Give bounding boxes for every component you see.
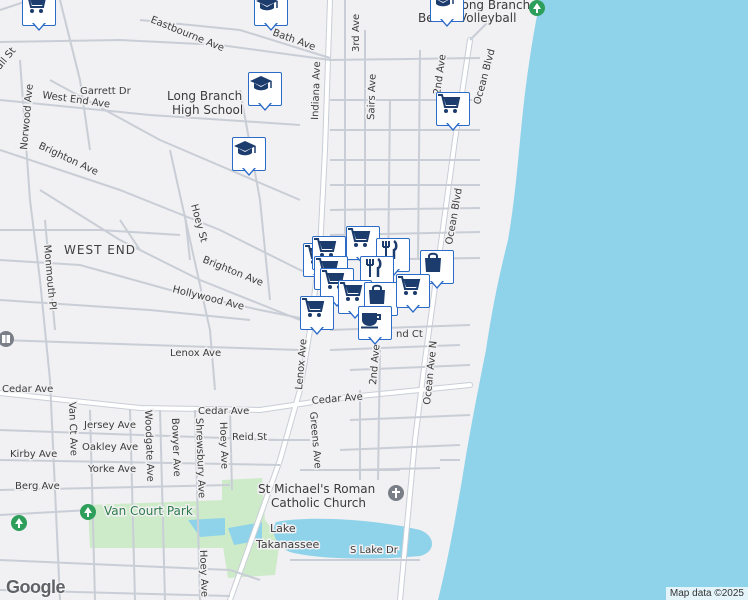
- road-label-lenox: Lenox Ave: [170, 348, 221, 359]
- road-label-van-ct: Van Ct Ave: [66, 402, 79, 456]
- cart-icon: [436, 92, 470, 126]
- label-st-michaels-1: St Michael's Roman: [258, 482, 375, 496]
- road-label-3rd: 3rd Ave: [351, 14, 362, 52]
- shopping-cart-marker[interactable]: [22, 0, 56, 32]
- park-tree-icon: [529, 0, 545, 16]
- shopping-cart-marker[interactable]: [396, 274, 430, 314]
- cup-icon: [358, 306, 392, 340]
- road-label-reid: Reid St: [232, 432, 267, 443]
- road-label-kirby: Kirby Ave: [10, 449, 57, 460]
- road-label-hoey-ave: Hoey Ave: [217, 422, 230, 470]
- label-long-branch: Long Branch: [167, 89, 242, 103]
- label-st-michaels-2: Catholic Church: [271, 496, 366, 510]
- road-label-cedar-left: Cedar Ave: [2, 384, 53, 395]
- label-takanassee: Takanassee: [255, 538, 319, 551]
- label-high-school: High School: [172, 103, 243, 117]
- road-label-jersey: Jersey Ave: [83, 420, 136, 431]
- road-label-cedar-mid: Cedar Ave: [198, 406, 249, 417]
- school-marker[interactable]: [254, 0, 288, 32]
- school-marker[interactable]: [232, 137, 266, 177]
- road-label-s-lake: S Lake Dr: [350, 545, 399, 556]
- cart-icon: [396, 274, 430, 308]
- road-label-indiana: Indiana Ave: [310, 61, 323, 120]
- google-logo[interactable]: Google: [6, 577, 66, 598]
- school-icon: [232, 137, 266, 171]
- cart-icon: [346, 226, 380, 260]
- shopping-cart-marker[interactable]: [300, 296, 334, 336]
- school-icon: [248, 72, 282, 106]
- cart-icon: [300, 296, 334, 330]
- park-tree-icon: [80, 504, 96, 520]
- label-west-end: WEST END: [64, 243, 136, 257]
- shopping-cart-marker[interactable]: [436, 92, 470, 132]
- label-lake: Lake: [270, 522, 296, 535]
- map-attribution[interactable]: Map data ©2025: [665, 587, 748, 600]
- road-label-bowyer: Bowyer Ave: [169, 418, 182, 477]
- park-tree-icon: [11, 515, 27, 531]
- road-label-nd-ct: nd Ct: [396, 329, 423, 340]
- church-cross-icon: [388, 485, 404, 501]
- cafe-marker[interactable]: [358, 306, 392, 346]
- road-label-berg: Berg Ave: [15, 481, 60, 492]
- road-label-yorke: Yorke Ave: [87, 464, 136, 475]
- school-marker[interactable]: [248, 72, 282, 112]
- label-van-court-park: Van Court Park: [104, 504, 193, 518]
- road-label-sairs: Sairs Ave: [366, 74, 379, 120]
- road-label-oakley: Oakley Ave: [82, 442, 138, 453]
- school-marker[interactable]: [430, 0, 464, 28]
- road-label-garrett: Garrett Dr: [80, 86, 132, 97]
- road-label-hoey-ave-2: Hoey Ave: [197, 550, 210, 598]
- map-view[interactable]: Eastbourne Ave Bath Ave Garrett Dr West …: [0, 0, 748, 600]
